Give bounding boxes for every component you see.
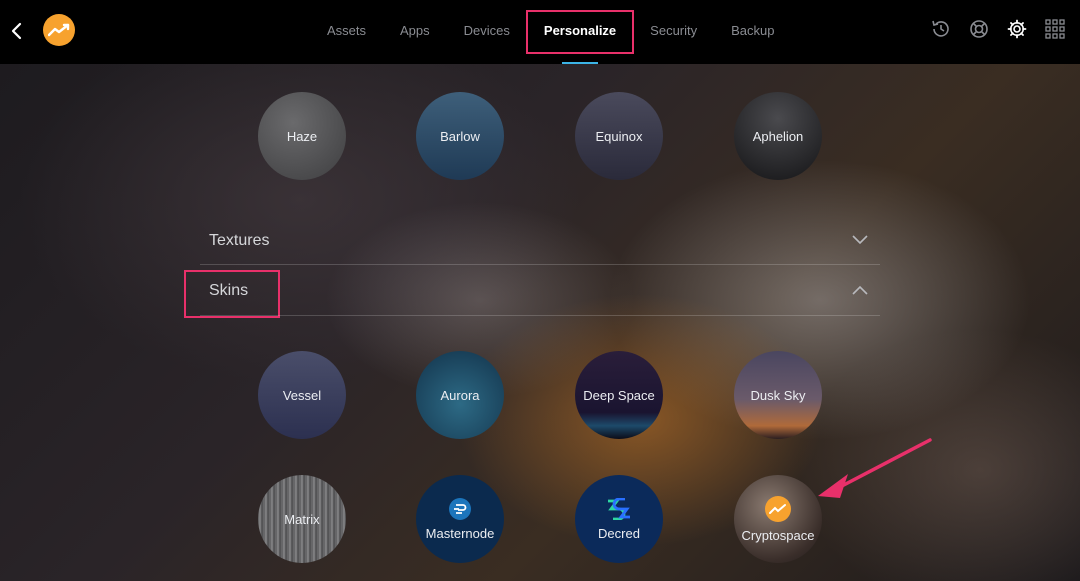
support-lifebuoy-icon[interactable]: [968, 18, 990, 40]
skin-deep-space[interactable]: Deep Space: [575, 351, 663, 439]
skin-label: Matrix: [284, 511, 320, 527]
app-logo-icon[interactable]: [43, 14, 75, 46]
tab-assets[interactable]: Assets: [310, 0, 383, 64]
top-navigation-bar: Assets Apps Devices Personalize Security…: [0, 0, 1080, 64]
skin-label: Aurora: [440, 387, 480, 403]
pointer-arrow-annotation: [818, 438, 932, 498]
theme-label: Aphelion: [752, 128, 804, 144]
chevron-up-icon[interactable]: [852, 285, 868, 295]
tab-security[interactable]: Security: [633, 0, 714, 64]
gear-icon[interactable]: [1006, 18, 1028, 40]
skin-label: Decred: [598, 525, 640, 541]
decred-coin-icon: [605, 497, 633, 520]
theme-barlow[interactable]: Barlow: [416, 92, 504, 180]
skins-section-label[interactable]: Skins: [209, 282, 248, 300]
tab-backup[interactable]: Backup: [714, 0, 791, 64]
theme-label: Barlow: [440, 128, 480, 144]
theme-label: Equinox: [595, 128, 643, 144]
tab-apps[interactable]: Apps: [383, 0, 447, 64]
skin-cryptospace[interactable]: Cryptospace: [734, 475, 822, 563]
cryptospace-logo-icon: [765, 495, 791, 522]
skin-label: Deep Space: [583, 387, 655, 403]
skin-label: Vessel: [282, 387, 322, 403]
top-right-icons: [930, 18, 1066, 40]
theme-aphelion[interactable]: Aphelion: [734, 92, 822, 180]
tab-personalize[interactable]: Personalize: [525, 0, 635, 64]
active-tab-underline: [562, 62, 599, 64]
skin-masternode[interactable]: Masternode: [416, 475, 504, 563]
skin-label: Cryptospace: [741, 527, 815, 543]
skin-vessel[interactable]: Vessel: [258, 351, 346, 439]
tab-devices[interactable]: Devices: [447, 0, 527, 64]
textures-section-label[interactable]: Textures: [209, 232, 269, 250]
theme-equinox[interactable]: Equinox: [575, 92, 663, 180]
skin-decred[interactable]: Decred: [575, 475, 663, 563]
skin-label: Dusk Sky: [750, 387, 806, 403]
apps-grid-icon[interactable]: [1044, 18, 1066, 40]
chevron-down-icon[interactable]: [852, 235, 868, 245]
dash-coin-icon: [449, 497, 471, 520]
skin-matrix[interactable]: Matrix: [258, 475, 346, 563]
main-tabs: Assets Apps Devices Personalize Security…: [310, 0, 792, 64]
textures-divider: [200, 264, 880, 265]
history-icon[interactable]: [930, 18, 952, 40]
skin-dusk-sky[interactable]: Dusk Sky: [734, 351, 822, 439]
skins-divider: [200, 315, 880, 316]
skin-label: Masternode: [425, 525, 495, 541]
skin-aurora[interactable]: Aurora: [416, 351, 504, 439]
theme-label: Haze: [286, 128, 318, 144]
theme-haze[interactable]: Haze: [258, 92, 346, 180]
back-arrow-icon[interactable]: [8, 19, 26, 43]
personalize-highlight-box: [525, 10, 635, 54]
